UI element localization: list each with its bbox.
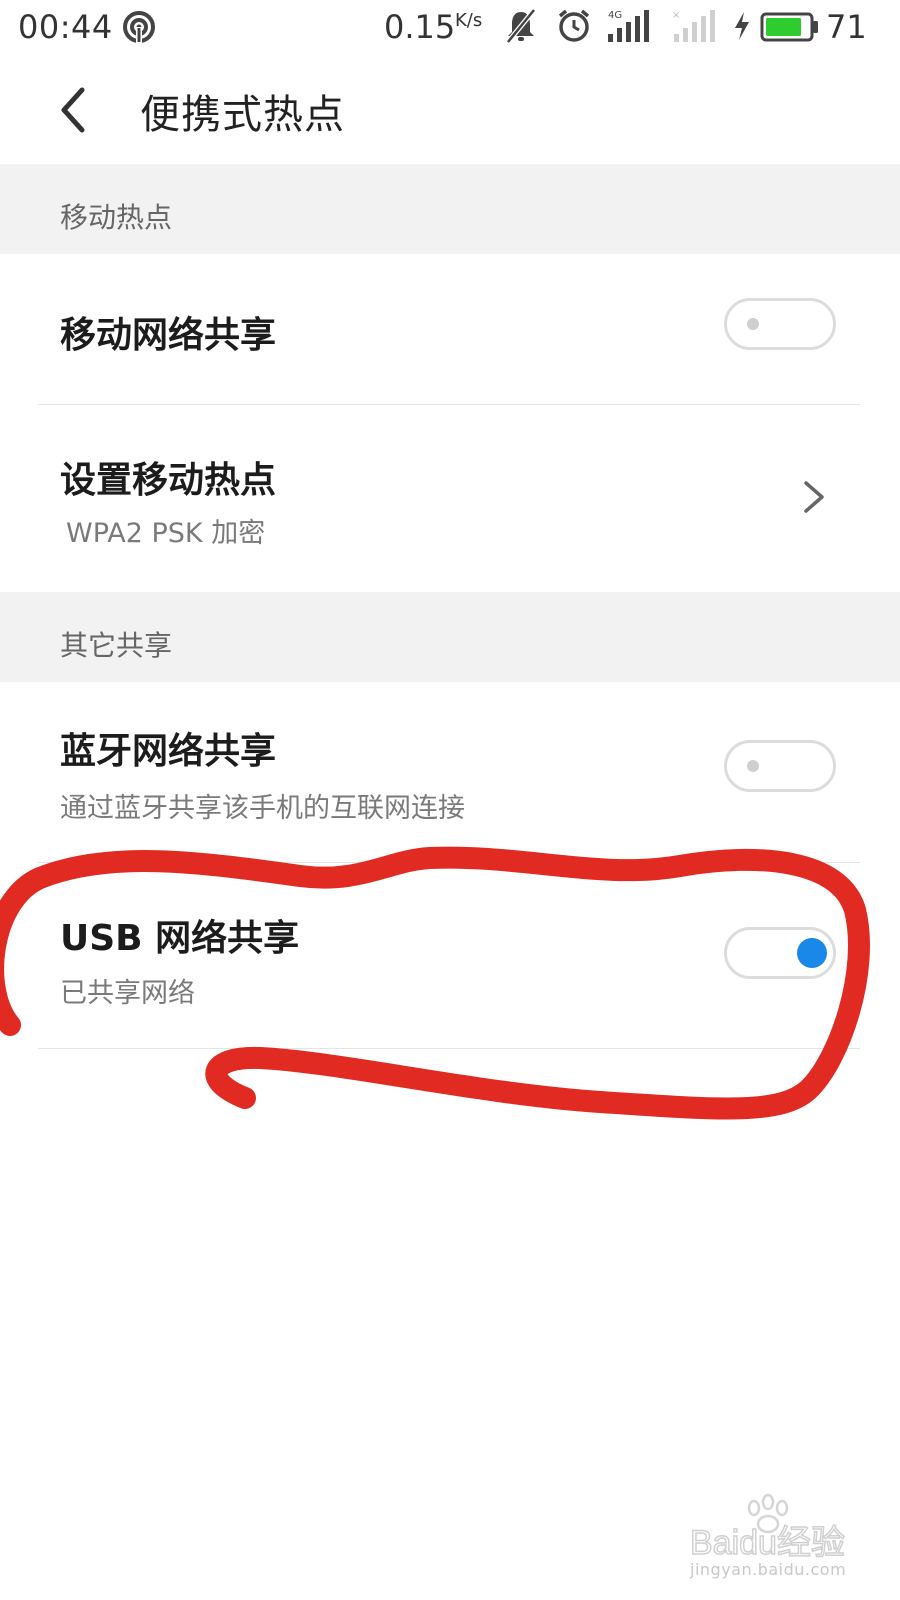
section-header-mobile-hotspot: 移动热点 [0,164,900,254]
row-title: 设置移动热点 [60,460,277,501]
mute-bell-icon [506,8,536,44]
signal-4g-icon: 4G [608,10,649,42]
net-speed-unit: K/s [455,10,483,31]
switch-knob [747,318,759,330]
hotspot-icon [123,11,155,44]
row-mobile-network-sharing[interactable]: 移动网络共享 [0,254,900,404]
section-header-label: 移动热点 [60,201,173,234]
chevron-right-icon [804,481,824,513]
battery-level: 71 [826,8,867,46]
alarm-icon [558,9,590,42]
bluetooth-sharing-switch[interactable] [724,740,836,792]
row-setup-hotspot[interactable]: 设置移动热点 WPA2 PSK 加密 [0,405,900,591]
watermark-brand: Baidu经验 [690,1524,845,1562]
mobile-network-sharing-switch[interactable] [724,298,836,350]
status-bar: 00:44 0.15 K/s 4G × 71 [0,0,900,56]
row-subtitle: 通过蓝牙共享该手机的互联网连接 [60,793,465,824]
signal-empty-icon: × [672,10,715,42]
row-title: 移动网络共享 [60,315,277,356]
row-subtitle: WPA2 PSK 加密 [66,518,266,549]
back-button[interactable] [48,80,108,140]
back-arrow-icon [61,87,85,133]
battery-icon [760,12,818,42]
status-time: 00:44 [18,8,113,46]
switch-knob [747,760,759,772]
page-title: 便携式热点 [140,92,345,138]
row-usb-sharing[interactable]: USB 网络共享 已共享网络 [0,863,900,1047]
switch-knob [797,938,827,968]
watermark-url: jingyan.baidu.com [690,1560,847,1579]
usb-sharing-switch[interactable] [724,927,836,979]
svg-text:×: × [672,10,680,21]
row-title: USB 网络共享 [60,918,300,959]
network-type-text: 4G [608,10,622,21]
section-header-other-sharing: 其它共享 [0,592,900,682]
charging-icon [735,12,749,40]
net-speed: 0.15 [384,8,456,46]
divider [38,1048,860,1049]
section-header-label: 其它共享 [60,629,173,662]
app-bar: 便携式热点 [0,56,900,165]
row-bluetooth-sharing[interactable]: 蓝牙网络共享 通过蓝牙共享该手机的互联网连接 [0,682,900,862]
row-title: 蓝牙网络共享 [60,731,277,772]
battery-fill [766,18,801,36]
row-subtitle: 已共享网络 [60,978,195,1009]
